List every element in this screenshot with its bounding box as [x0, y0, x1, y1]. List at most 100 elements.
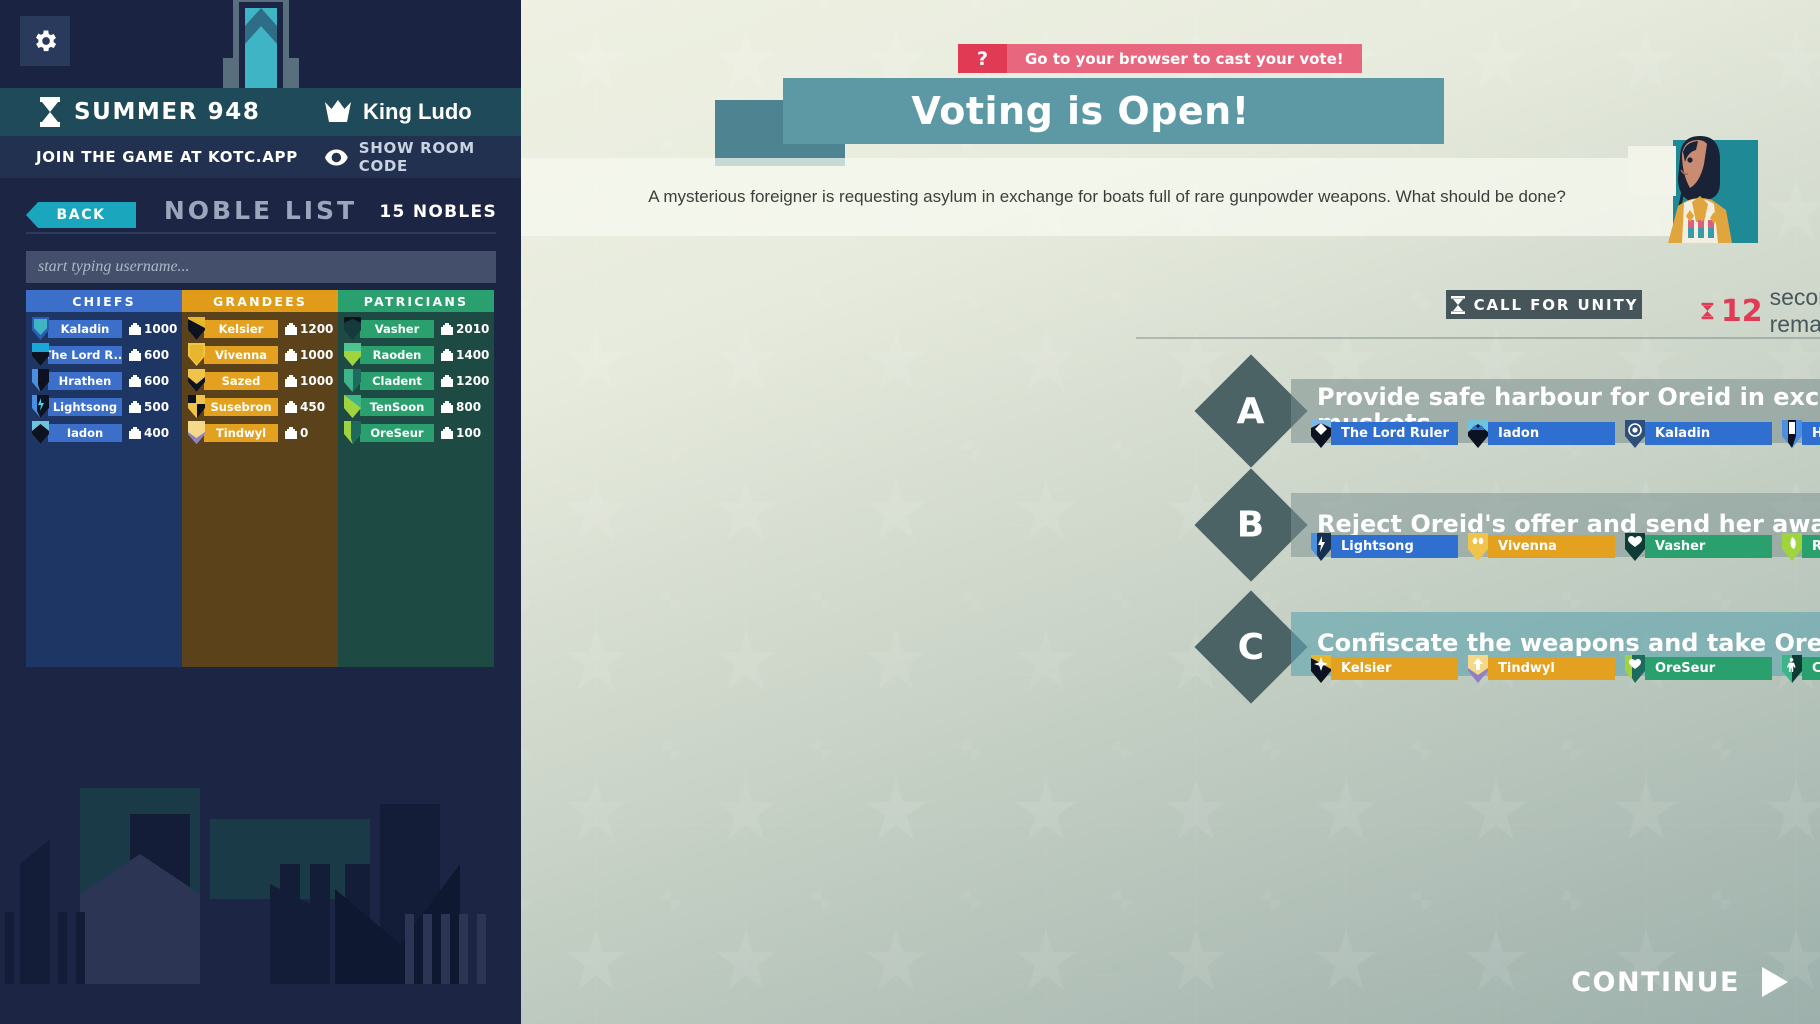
question-mark-icon[interactable]: ?	[958, 44, 1007, 73]
voter-chip: Kelsier	[1311, 654, 1458, 683]
gold-value: 450	[300, 399, 326, 414]
coin-icon	[441, 400, 453, 413]
noble-row[interactable]: Lightsong 500	[26, 395, 182, 418]
city-skyline	[0, 784, 521, 1024]
join-bar: JOIN THE GAME AT KOTC.APP SHOW ROOM CODE	[0, 136, 521, 178]
noble-gold: 1200	[441, 374, 489, 388]
vote-timer: 12 seconds remaining.	[1701, 284, 1820, 338]
show-room-code-button[interactable]: SHOW ROOM CODE	[325, 139, 521, 175]
noble-gold: 1000	[285, 348, 333, 362]
bolt-crest	[32, 395, 49, 418]
voter-chip: OreSeur	[1625, 654, 1772, 683]
settings-button[interactable]	[20, 16, 70, 66]
noble-row[interactable]: Tindwyl 0	[182, 421, 338, 444]
coin-icon	[285, 400, 297, 413]
voter-chip: Vivenna	[1468, 532, 1615, 561]
event-prompt-text: A mysterious foreigner is requesting asy…	[648, 187, 1566, 206]
noble-name: Vasher	[360, 319, 434, 338]
noble-row[interactable]: Kelsier 1200	[182, 317, 338, 340]
noble-row[interactable]: Kaladin 1000	[26, 317, 182, 340]
noble-name: Vivenna	[204, 345, 278, 364]
coin-icon	[129, 322, 141, 335]
leaf-crest	[1782, 532, 1802, 561]
noble-gold: 800	[441, 400, 481, 414]
noble-gold: 0	[285, 426, 308, 440]
noble-list-header: NOBLE LIST BACK 15 NOBLES	[0, 196, 521, 240]
season-label: SUMMER 948	[74, 99, 261, 125]
noble-row[interactable]: OreSeur 100	[338, 421, 494, 444]
voter-chip: Tindwyl	[1468, 654, 1615, 683]
oreid-portrait	[1628, 136, 1758, 243]
coin-icon	[129, 426, 141, 439]
noble-gold: 1000	[129, 322, 177, 336]
quartered-crest	[188, 395, 205, 418]
noble-name: OreSeur	[360, 423, 434, 442]
noble-row[interactable]: Raoden 1400	[338, 343, 494, 366]
option-letter: A	[1237, 390, 1265, 432]
search-input[interactable]	[26, 251, 496, 283]
gold-value: 1000	[300, 347, 334, 362]
gold-value: 1200	[300, 321, 334, 336]
noble-row[interactable]: Sazed 1000	[182, 369, 338, 392]
noble-gold: 2010	[441, 322, 489, 336]
voter-chip: The Lord Ruler	[1311, 419, 1458, 448]
continue-button[interactable]: CONTINUE	[1571, 964, 1792, 1000]
noble-row[interactable]: Susebron 450	[182, 395, 338, 418]
voter-name: Kelsier	[1331, 657, 1458, 680]
noble-column-patricians: PATRICIANS Vasher 2010 Raoden 1400 Clade…	[338, 290, 494, 690]
noble-columns: CHIEFS Kaladin 1000 The Lord R...	[26, 290, 496, 690]
king-block: King Ludo	[325, 99, 472, 125]
timer-seconds: 12	[1720, 293, 1763, 329]
browser-vote-notice: ? Go to your browser to cast your vote!	[958, 44, 1362, 73]
option-voters-c: Kelsier Tindwyl OreSeur Cladent TenSoon	[1311, 654, 1820, 683]
option-voters-b: Lightsong Vivenna Vasher Raoden	[1311, 532, 1820, 561]
noble-row[interactable]: TenSoon 800	[338, 395, 494, 418]
noble-name: Tindwyl	[204, 423, 278, 442]
noble-row[interactable]: Iadon 400	[26, 421, 182, 444]
voting-banner: Voting is Open!	[521, 78, 1820, 166]
voter-chip: Raoden	[1782, 532, 1820, 561]
coin-icon	[129, 374, 141, 387]
divider	[26, 232, 496, 234]
noble-name: Susebron	[204, 397, 278, 416]
coin-icon	[441, 348, 453, 361]
hourglass-icon	[40, 97, 60, 127]
gold-value: 600	[144, 373, 170, 388]
bones-crest	[344, 395, 361, 418]
coin-icon	[285, 374, 297, 387]
hourglass-small-icon	[1450, 295, 1465, 314]
banner-title: Voting is Open!	[911, 89, 1250, 133]
noble-row[interactable]: The Lord R... 600	[26, 343, 182, 366]
noble-row[interactable]: Vasher 2010	[338, 317, 494, 340]
noble-name: TenSoon	[360, 397, 434, 416]
voter-chip: Iadon	[1468, 419, 1615, 448]
eye-icon	[325, 148, 348, 166]
noble-row[interactable]: Hrathen 600	[26, 369, 182, 392]
gold-value: 500	[144, 399, 170, 414]
gold-value: 400	[144, 425, 170, 440]
voter-name: Tindwyl	[1488, 657, 1615, 680]
option-letter: B	[1237, 504, 1265, 546]
leaf-crest	[344, 343, 361, 366]
option-letter: C	[1237, 626, 1265, 668]
noble-name: Hrathen	[48, 371, 122, 390]
coin-icon	[285, 322, 297, 335]
diamond-crest	[32, 317, 49, 340]
arrow-crest	[1468, 654, 1488, 683]
voter-name: Raoden	[1802, 535, 1820, 558]
noble-name: Cladent	[360, 371, 434, 390]
coin-icon	[441, 374, 453, 387]
noble-count: 15 NOBLES	[379, 202, 497, 222]
banner-main: Voting is Open!	[783, 78, 1378, 144]
noble-gold: 600	[129, 348, 169, 362]
tower-crest	[32, 369, 49, 392]
play-arrow-icon	[1762, 967, 1788, 997]
timer-suffix: seconds remaining.	[1769, 284, 1820, 337]
gold-value: 0	[300, 425, 309, 440]
voter-name: Lightsong	[1331, 535, 1458, 558]
noble-row[interactable]: Vivenna 1000	[182, 343, 338, 366]
call-for-unity-button[interactable]: CALL FOR UNITY	[1446, 290, 1642, 319]
noble-row[interactable]: Cladent 1200	[338, 369, 494, 392]
noble-name: Sazed	[204, 371, 278, 390]
back-button[interactable]: BACK	[26, 202, 136, 228]
